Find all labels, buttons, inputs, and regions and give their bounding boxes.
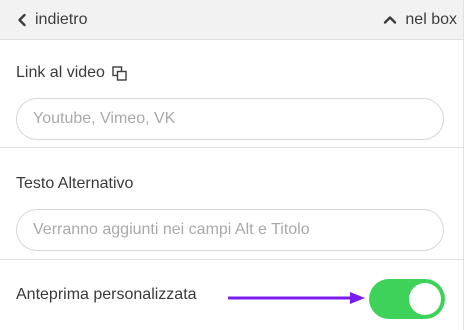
back-button[interactable]: indietro xyxy=(0,11,87,29)
alt-text-label: Testo Alternativo xyxy=(16,175,134,192)
video-link-label-row: Link al video xyxy=(16,62,447,84)
collapse-button[interactable]: nel box xyxy=(383,11,463,29)
chevron-up-icon xyxy=(383,13,397,27)
alt-text-label-row: Testo Alternativo xyxy=(16,173,447,195)
custom-preview-toggle[interactable] xyxy=(369,279,445,319)
collapse-label: nel box xyxy=(405,10,457,28)
panel-header: indietro nel box xyxy=(0,0,463,40)
video-link-label: Link al video xyxy=(16,64,105,81)
toggle-knob xyxy=(409,283,441,315)
video-link-section: Link al video xyxy=(0,40,463,148)
alt-text-input[interactable] xyxy=(16,209,444,251)
chevron-left-icon xyxy=(15,13,29,27)
alt-text-section: Testo Alternativo xyxy=(0,148,463,260)
copy-icon[interactable] xyxy=(112,65,127,81)
custom-preview-label: Anteprima personalizzata xyxy=(16,286,197,303)
back-label: indietro xyxy=(35,10,88,28)
arrow-right-icon xyxy=(227,290,368,306)
video-link-input[interactable] xyxy=(16,98,444,140)
